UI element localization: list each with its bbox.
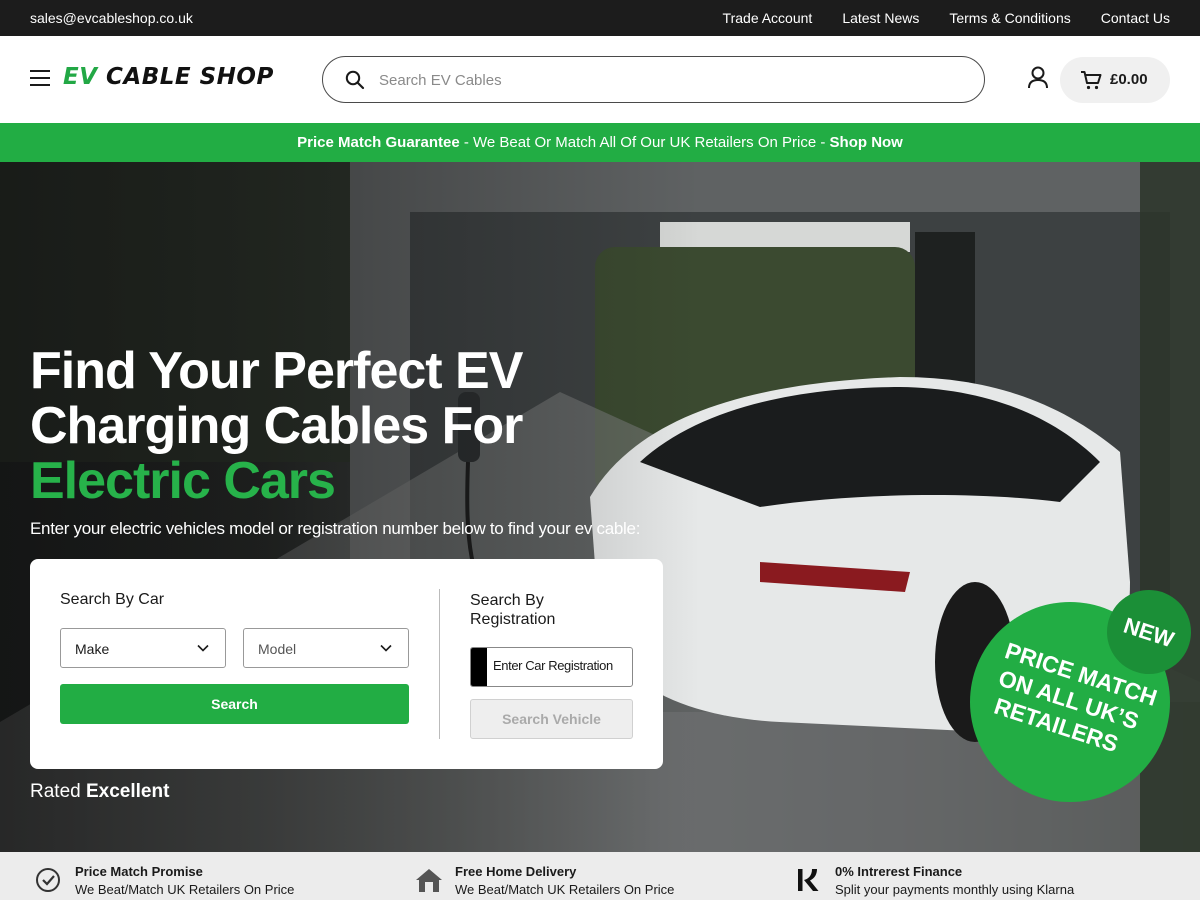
- account-icon[interactable]: [1027, 66, 1049, 90]
- registration-input[interactable]: [493, 658, 629, 673]
- feature-title: Free Home Delivery: [455, 864, 577, 879]
- hero-section: Find Your Perfect EV Charging Cables For…: [0, 162, 1200, 852]
- site-header: EV CABLE SHOP £0.00: [0, 36, 1200, 123]
- hero-title: Find Your Perfect EV Charging Cables For…: [30, 344, 590, 509]
- finder-divider: [439, 589, 440, 739]
- promo-shop-now[interactable]: Shop Now: [830, 134, 903, 151]
- search-icon[interactable]: [345, 70, 365, 90]
- check-circle-icon: [36, 868, 60, 892]
- cable-finder-panel: Search By Car Make Model Search Search B…: [30, 559, 663, 769]
- hero-title-line-2: Charging Cables For: [30, 397, 523, 455]
- latest-news-link[interactable]: Latest News: [842, 10, 919, 26]
- search-button[interactable]: Search: [60, 684, 409, 724]
- promo-title: Price Match Guarantee: [297, 134, 460, 151]
- home-icon: [416, 869, 442, 892]
- feature-title: Price Match Promise: [75, 864, 203, 879]
- chevron-down-icon: [197, 644, 209, 652]
- search-by-car-heading: Search By Car: [60, 591, 165, 608]
- model-select-value: Model: [258, 641, 297, 657]
- rating-value: Excellent: [85, 781, 170, 802]
- make-select[interactable]: Make: [60, 628, 226, 668]
- make-select-value: Make: [75, 641, 110, 657]
- menu-icon[interactable]: [30, 70, 50, 86]
- email-link[interactable]: sales@evcableshop.co.uk: [30, 10, 193, 26]
- logo-ev: EV: [63, 64, 98, 90]
- hero-subtitle: Enter your electric vehicles model or re…: [30, 519, 641, 538]
- search-input[interactable]: [379, 67, 959, 93]
- promo-text: - We Beat Or Match All Of Our UK Retaile…: [459, 134, 830, 151]
- top-bar: sales@evcableshop.co.uk Trade Account La…: [0, 0, 1200, 36]
- cart-button[interactable]: £0.00: [1060, 57, 1170, 103]
- number-plate-strip: [471, 648, 487, 686]
- contact-us-link[interactable]: Contact Us: [1101, 10, 1170, 26]
- terms-link[interactable]: Terms & Conditions: [949, 10, 1070, 26]
- chevron-down-icon: [380, 644, 392, 652]
- model-select[interactable]: Model: [243, 628, 409, 668]
- site-logo[interactable]: EV CABLE SHOP: [63, 64, 274, 90]
- feature-subtitle: Split your payments monthly using Klarna: [835, 882, 1075, 897]
- search-bar: [322, 56, 985, 103]
- klarna-icon: [798, 869, 819, 891]
- promo-banner[interactable]: Price Match Guarantee - We Beat Or Match…: [0, 123, 1200, 162]
- cart-total: £0.00: [1110, 71, 1148, 88]
- features-strip: Price Match Promise We Beat/Match UK Ret…: [0, 852, 1200, 900]
- new-badge: NEW: [1107, 590, 1191, 674]
- svg-text:NEW: NEW: [1121, 613, 1178, 653]
- cart-icon: [1081, 71, 1102, 90]
- logo-text: CABLE SHOP: [97, 64, 274, 90]
- search-by-registration-heading: Search By Registration: [470, 592, 556, 628]
- feature-subtitle: We Beat/Match UK Retailers On Price: [455, 882, 675, 897]
- rating-text: Rated Excellent: [30, 781, 169, 803]
- search-vehicle-button[interactable]: Search Vehicle: [470, 699, 633, 739]
- trade-account-link[interactable]: Trade Account: [723, 10, 813, 26]
- feature-title: 0% Intrerest Finance: [835, 864, 963, 879]
- registration-field[interactable]: [470, 647, 633, 687]
- hero-title-line-1: Find Your Perfect EV: [30, 342, 523, 400]
- rating-prefix: Rated: [30, 781, 86, 802]
- feature-subtitle: We Beat/Match UK Retailers On Price: [75, 882, 295, 897]
- hero-title-line-3: Electric Cars: [30, 452, 336, 510]
- top-links: Trade Account Latest News Terms & Condit…: [723, 10, 1170, 26]
- new-badge-text: NEW: [1121, 613, 1178, 653]
